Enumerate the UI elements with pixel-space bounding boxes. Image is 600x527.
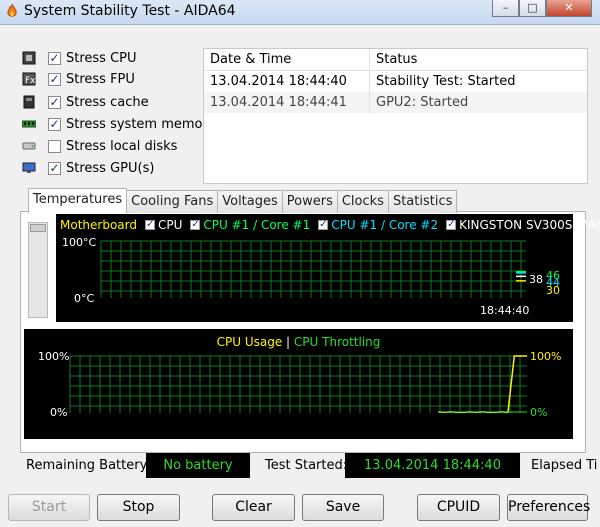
tab-strip: Temperatures Cooling Fans Voltages Power… <box>28 188 458 213</box>
test-started-label: Test Started: <box>265 458 348 473</box>
maximize-button[interactable]: □ <box>519 0 546 17</box>
stress-disks-label: Stress local disks <box>66 138 178 154</box>
log-row[interactable]: 13.04.2014 18:44:40 Stability Test: Star… <box>204 71 587 92</box>
tab-voltages[interactable]: Voltages <box>217 190 283 213</box>
column-header-date-time[interactable]: Date & Time <box>204 49 370 70</box>
stress-cpu-option[interactable]: ✓ Stress CPU <box>22 48 137 68</box>
legend-item-cpu[interactable]: ✓ CPU <box>144 218 183 232</box>
legend-label-motherboard: Motherboard <box>60 218 137 232</box>
cpu-usage-legend: CPU Usage | CPU Throttling <box>24 335 573 349</box>
usage-y-min-left: 0% <box>50 406 68 419</box>
legend-label-core1: CPU #1 / Core #1 <box>203 218 311 232</box>
legend-cpu-throttling: CPU Throttling <box>293 335 381 349</box>
usage-y-max-right: 100% <box>530 350 562 363</box>
fpu-chip-icon: Fx <box>22 72 36 86</box>
legend-label-cpu: CPU <box>157 218 183 232</box>
cpu-chip-icon <box>22 51 36 65</box>
stress-disks-checkbox[interactable] <box>48 139 61 153</box>
y-axis-min-label: 0°C <box>74 292 95 305</box>
time-axis-label: 18:44:40 <box>480 304 530 317</box>
close-button[interactable]: ✕ <box>546 0 592 17</box>
stress-gpu-option[interactable]: ✓ Stress GPU(s) <box>22 158 154 178</box>
tab-powers[interactable]: Powers <box>281 190 338 213</box>
clear-button[interactable]: Clear <box>212 494 295 521</box>
stop-button[interactable]: Stop <box>97 494 180 521</box>
status-log-table[interactable]: Date & Time Status 13.04.2014 18:44:40 S… <box>203 48 588 184</box>
legend-checkbox-core1[interactable]: ✓ <box>190 220 201 230</box>
stress-cache-checkbox[interactable]: ✓ <box>48 95 61 109</box>
legend-checkbox-cpu[interactable]: ✓ <box>144 220 155 230</box>
legend-item-core2[interactable]: ✓ CPU #1 / Core #2 <box>318 218 438 232</box>
window-title: System Stability Test - AIDA64 <box>24 3 236 19</box>
readout-cpu: 38 <box>529 273 543 286</box>
save-button[interactable]: Save <box>302 494 384 521</box>
cache-chip-icon <box>23 95 35 109</box>
monitor-icon <box>22 162 36 173</box>
legend-item-core1[interactable]: ✓ CPU #1 / Core #1 <box>190 218 310 232</box>
cpuid-button[interactable]: CPUID <box>417 494 500 521</box>
memory-module-icon <box>22 120 36 128</box>
stress-gpu-checkbox[interactable]: ✓ <box>48 161 61 175</box>
test-started-value: 13.04.2014 18:44:40 <box>345 453 520 478</box>
temperature-grid <box>100 240 526 298</box>
cpu-usage-grid <box>69 355 527 413</box>
stress-disks-option[interactable]: Stress local disks <box>22 136 177 156</box>
readout-kingston: 30 <box>546 284 560 297</box>
svg-text:Fx: Fx <box>25 76 36 86</box>
tab-cooling-fans[interactable]: Cooling Fans <box>126 190 219 213</box>
stress-memory-option[interactable]: ✓ Stress system memory <box>22 114 216 134</box>
log-row-status: Stability Test: Started <box>376 74 516 89</box>
legend-checkbox-kingston[interactable]: ✓ <box>446 220 457 230</box>
sensor-scrollbar[interactable] <box>28 222 48 318</box>
remaining-battery-label: Remaining Battery: <box>26 458 151 473</box>
log-row-time: 13.04.2014 18:44:40 <box>204 71 370 92</box>
column-header-status[interactable]: Status <box>370 49 587 70</box>
log-row[interactable]: 13.04.2014 18:44:41 GPU2: Started <box>204 92 587 113</box>
scroll-thumb[interactable] <box>30 224 46 232</box>
stress-fpu-option[interactable]: Fx ✓ Stress FPU <box>22 69 135 89</box>
stress-fpu-label: Stress FPU <box>66 71 135 87</box>
y-axis-max-label: 100°C <box>62 236 97 249</box>
cpu-usage-chart: CPU Usage | CPU Throttling 100% 0% 100% … <box>24 329 573 439</box>
stress-gpu-label: Stress GPU(s) <box>66 160 155 176</box>
stress-memory-checkbox[interactable]: ✓ <box>48 117 61 131</box>
stress-cache-option[interactable]: ✓ Stress cache <box>22 92 149 112</box>
tab-clocks[interactable]: Clocks <box>336 190 389 213</box>
minimize-button[interactable]: – <box>492 0 519 17</box>
tab-statistics[interactable]: Statistics <box>387 190 458 213</box>
preferences-button[interactable]: Preferences <box>507 494 590 521</box>
usage-y-min-right: 0% <box>530 406 548 419</box>
stress-cpu-checkbox[interactable]: ✓ <box>48 51 61 65</box>
elapsed-time-label: Elapsed Ti <box>531 458 598 473</box>
tab-temperatures[interactable]: Temperatures <box>28 188 128 213</box>
legend-label-kingston: KINGSTON SV300S37A60G <box>459 218 600 232</box>
usage-y-max-left: 100% <box>38 350 70 363</box>
legend-label-core2: CPU #1 / Core #2 <box>331 218 439 232</box>
log-row-status: GPU2: Started <box>376 95 469 110</box>
temperature-legend: Motherboard ✓ CPU ✓ CPU #1 / Core #1 ✓ C… <box>60 218 600 232</box>
stress-memory-label: Stress system memory <box>66 116 216 132</box>
cpu-usage-line <box>437 355 527 414</box>
temperature-chart: Motherboard ✓ CPU ✓ CPU #1 / Core #1 ✓ C… <box>56 214 600 322</box>
stress-cache-label: Stress cache <box>66 94 149 110</box>
disk-drive-icon <box>22 142 36 150</box>
legend-separator: | <box>286 335 291 349</box>
stress-fpu-checkbox[interactable]: ✓ <box>48 72 61 86</box>
log-row-time: 13.04.2014 18:44:41 <box>204 92 370 113</box>
remaining-battery-value: No battery <box>146 453 250 478</box>
legend-cpu-usage: CPU Usage <box>216 335 283 349</box>
legend-checkbox-core2[interactable]: ✓ <box>318 220 329 230</box>
start-button[interactable]: Start <box>8 494 90 521</box>
legend-item-motherboard[interactable]: Motherboard <box>60 218 137 232</box>
legend-item-kingston[interactable]: ✓ KINGSTON SV300S37A60G <box>446 218 600 232</box>
log-header: Date & Time Status <box>204 49 587 71</box>
stress-cpu-label: Stress CPU <box>66 50 137 66</box>
title-bar: System Stability Test - AIDA64 – □ ✕ <box>0 0 600 25</box>
aida64-flame-icon <box>7 3 17 17</box>
